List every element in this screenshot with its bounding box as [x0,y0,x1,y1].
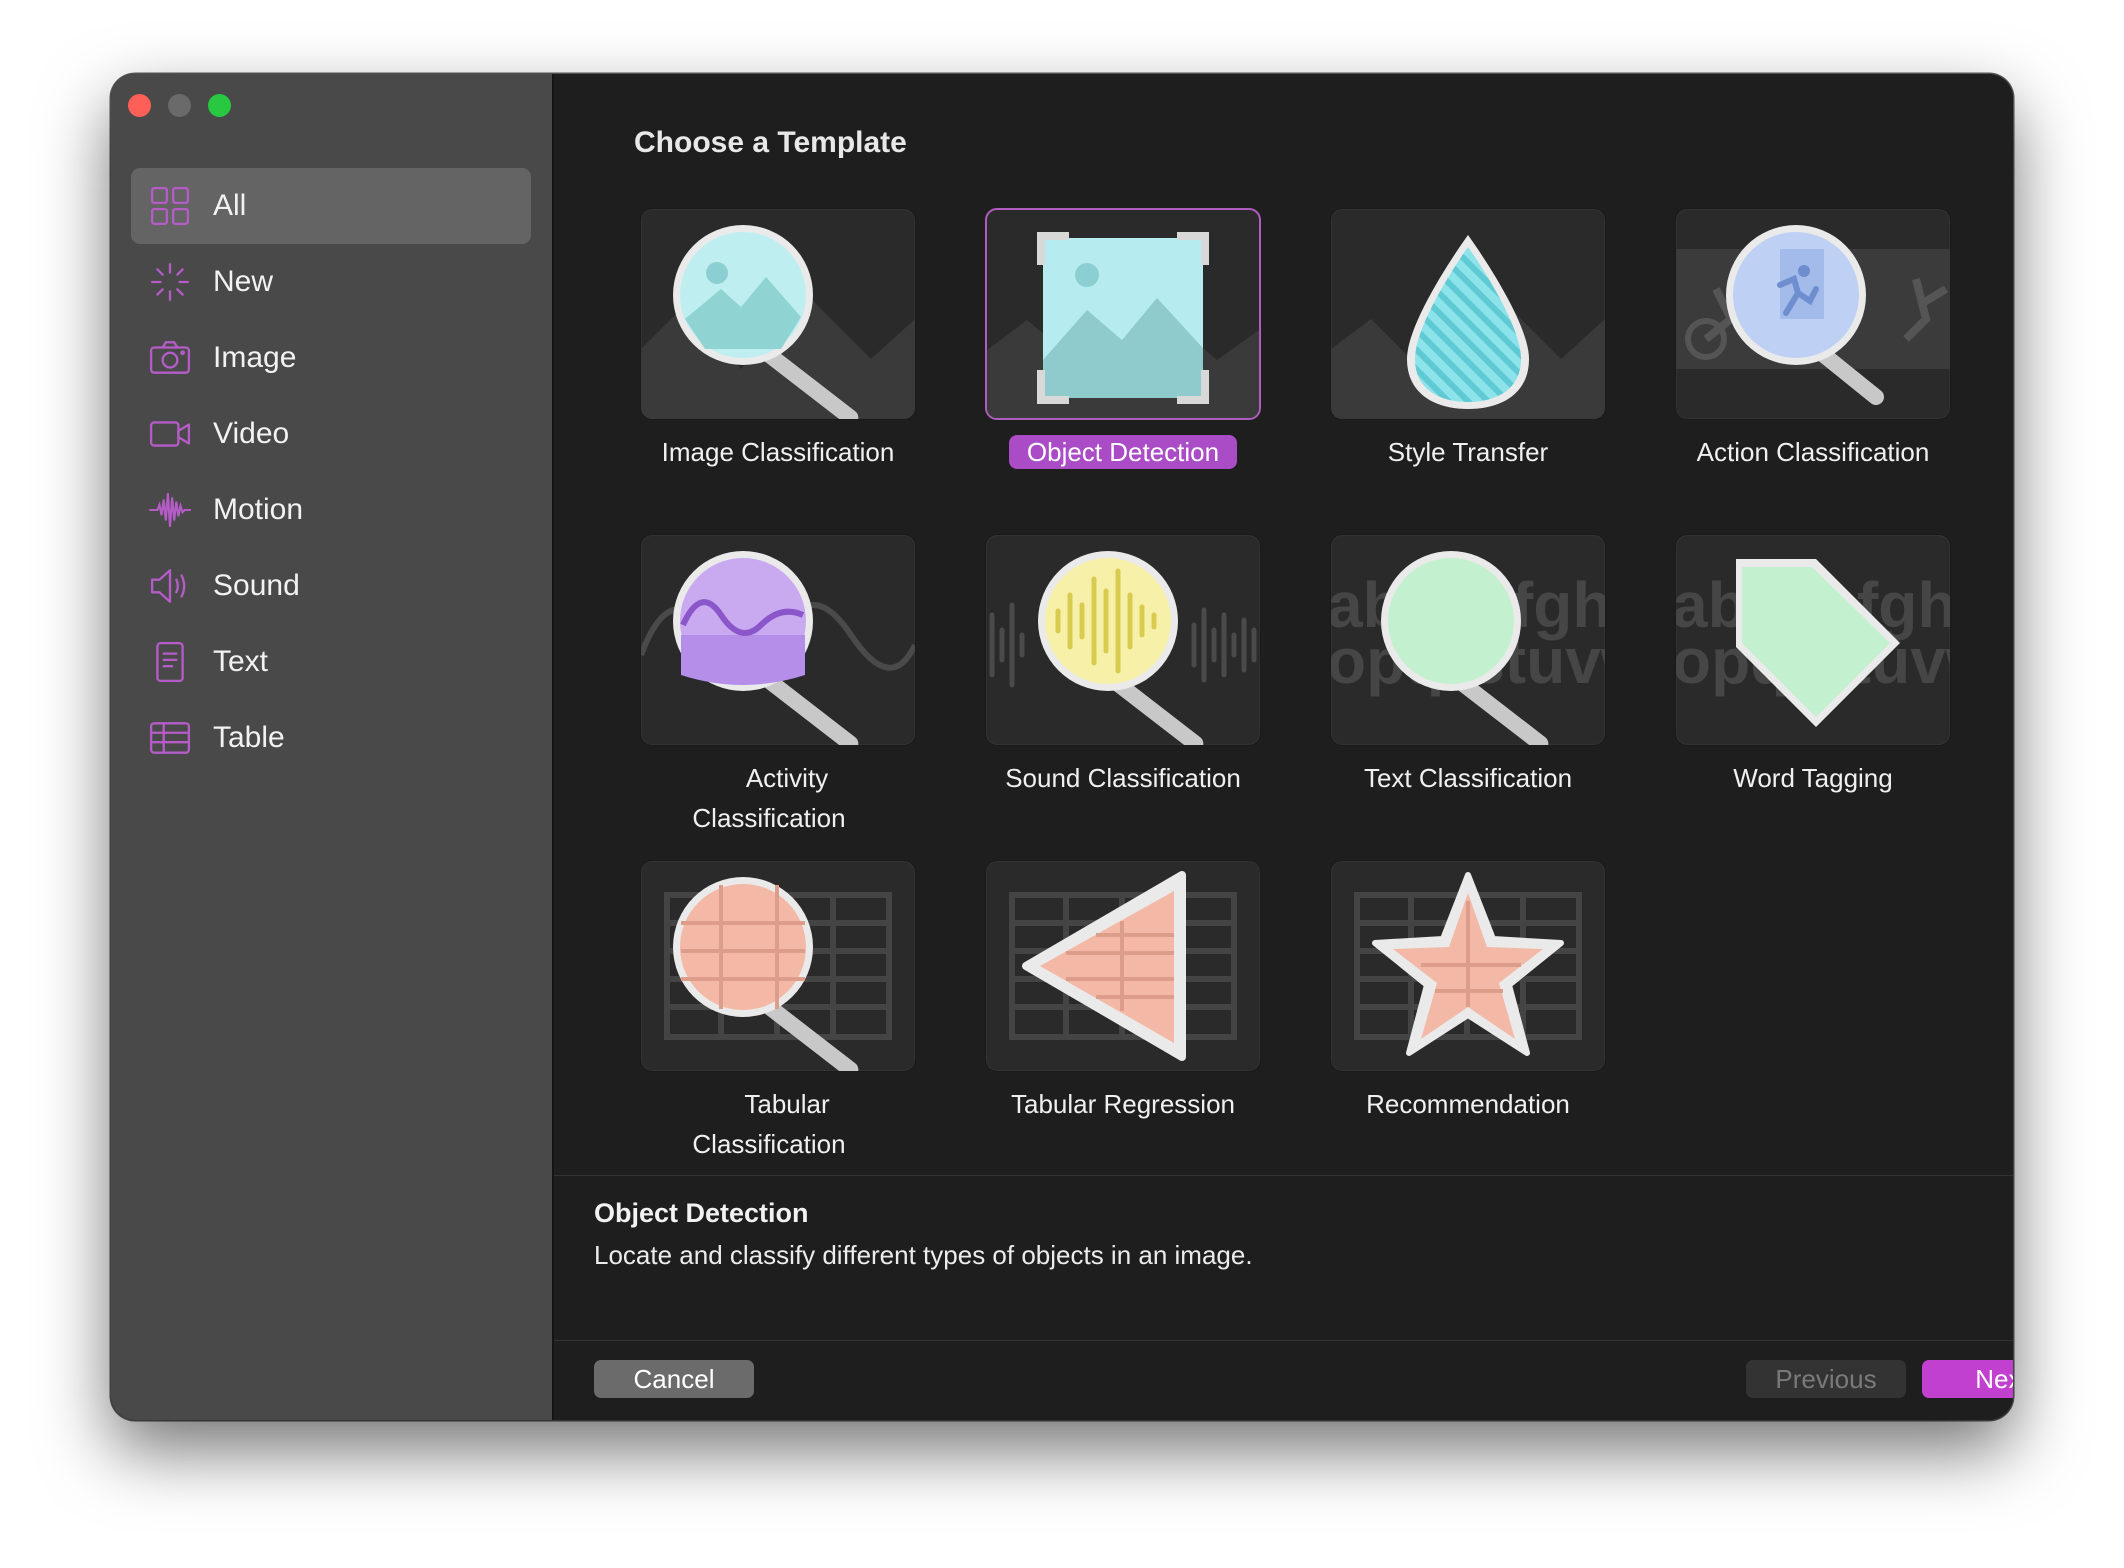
sidebar-item-table[interactable]: Table [131,700,531,776]
sidebar-item-sound[interactable]: Sound [131,548,531,624]
triangle-table-icon [1009,871,1237,1061]
droplet-icon [1331,235,1605,419]
tag-text-icon: abcdefghi opqrstuvw [1676,559,1950,727]
grid-icon [147,183,193,229]
framed-image-icon [987,232,1259,418]
sidebar-item-label: Video [213,417,290,450]
sidebar-item-label: Motion [213,493,304,526]
waveform-icon [147,487,193,533]
template-label: Image Classification [661,437,895,467]
template-label: Action Classification [1696,437,1930,467]
template-activity-classification[interactable]: Activity Classification [640,534,916,833]
template-label: Style Transfer [1387,437,1549,467]
star-table-icon [1354,872,1582,1056]
camera-icon [147,335,193,381]
template-chooser-window: All New Image Video Motion Sound Text Ta… [111,74,2013,1420]
sidebar-item-all[interactable]: All [131,168,531,244]
page-title: Choose a Template [634,126,907,159]
template-label: Text Classification [1363,763,1573,793]
template-label: Word Tagging [1733,763,1893,793]
template-label: Activity Classification [692,763,846,833]
sidebar-item-label: Image [213,341,297,374]
zoom-window-button[interactable] [208,94,231,117]
main-panel: Choose a Template Image Classification O… [554,74,2013,1420]
template-word-tagging[interactable]: abcdefghi opqrstuvw Word Tagging [1675,534,1951,798]
description-text: Locate and classify different types of o… [594,1240,1253,1270]
magnifier-audio-icon [989,551,1257,745]
magnifier-image-icon [641,225,915,419]
next-button[interactable]: Next [1922,1360,2013,1398]
template-label: Recommendation [1366,1089,1570,1119]
sidebar-item-video[interactable]: Video [131,396,531,472]
video-camera-icon [147,411,193,457]
template-image-classification[interactable]: Image Classification [640,208,916,472]
template-tabular-classification[interactable]: Tabular Classification [640,860,916,1159]
traffic-lights [128,94,231,117]
template-text-classification[interactable]: abcdefghi opqrstuvw Text Classification [1330,534,1606,798]
magnifier-running-person-icon [1676,225,1950,405]
template-recommendation[interactable]: Recommendation [1330,860,1606,1124]
template-label: Sound Classification [1005,763,1241,793]
sidebar-item-label: Text [213,645,269,678]
document-icon [147,639,193,685]
sidebar-item-label: Table [213,721,285,754]
sidebar-item-label: All [213,189,247,222]
template-action-classification[interactable]: Action Classification [1675,208,1951,472]
sidebar-item-image[interactable]: Image [131,320,531,396]
table-icon [147,715,193,761]
divider [554,1340,2013,1341]
template-tabular-regression[interactable]: Tabular Regression [985,860,1261,1124]
sidebar-nav: All New Image Video Motion Sound Text Ta… [131,168,531,776]
divider [554,1175,2013,1176]
magnifier-text-icon: abcdefghi opqrstuvw [1331,551,1605,745]
close-window-button[interactable] [128,94,151,117]
previous-button[interactable]: Previous [1746,1360,1906,1398]
sidebar-item-new[interactable]: New [131,244,531,320]
magnifier-table-icon [664,877,892,1071]
speaker-icon [147,563,193,609]
template-label: Object Detection [1008,435,1238,469]
sidebar-item-label: Sound [213,569,300,602]
description-title: Object Detection [594,1198,809,1228]
minimize-window-button[interactable] [168,94,191,117]
magnifier-wave-icon [641,551,915,745]
sparkle-icon [147,259,193,305]
template-sound-classification[interactable]: Sound Classification [985,534,1261,798]
sidebar-item-label: New [213,265,274,298]
sidebar-item-text[interactable]: Text [131,624,531,700]
template-label: Tabular Regression [1010,1089,1235,1119]
template-style-transfer[interactable]: Style Transfer [1330,208,1606,472]
template-object-detection[interactable]: Object Detection [985,208,1261,472]
template-label: Tabular Classification [692,1089,846,1159]
sidebar-item-motion[interactable]: Motion [131,472,531,548]
sidebar: All New Image Video Motion Sound Text Ta… [111,74,554,1420]
cancel-button[interactable]: Cancel [594,1360,754,1398]
